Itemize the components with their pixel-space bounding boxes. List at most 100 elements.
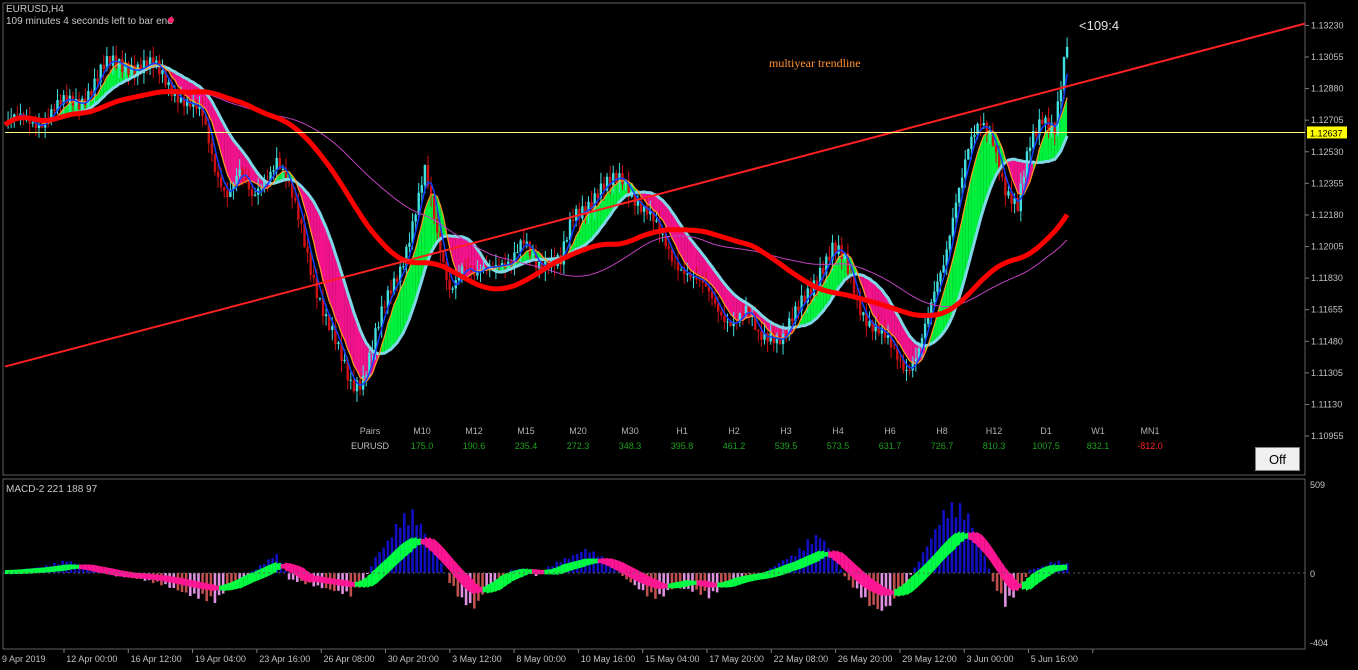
price-tick-label: 1.11830 (1311, 273, 1343, 283)
macd-signal-segment (651, 577, 656, 589)
macd-signal-segment (692, 580, 697, 585)
macd-signal-segment (50, 566, 55, 573)
macd-signal-segment (182, 578, 187, 586)
macd-signal-segment (721, 581, 726, 588)
macd-signal-segment (684, 579, 689, 588)
candle-body (923, 323, 927, 339)
macd-signal-segment (696, 580, 701, 586)
candle-body (226, 190, 229, 197)
macd-signal-segment (1058, 564, 1063, 571)
strength-value-cell: 810.3 (983, 441, 1006, 451)
macd-signal-segment (836, 550, 841, 566)
macd-scale-zero: 0 (1310, 569, 1315, 579)
candle-body (791, 318, 794, 322)
macd-signal-segment (614, 559, 619, 572)
macd-signal-segment (820, 550, 825, 560)
candle-body (905, 369, 908, 371)
macd-signal-segment (404, 539, 409, 558)
macd-signal-segment (486, 583, 491, 594)
candle-body (840, 245, 843, 259)
candle-body (1035, 131, 1038, 136)
candle-body (463, 266, 467, 269)
candle-body (439, 232, 442, 252)
candle-body (973, 134, 976, 137)
strength-header-cell: H4 (832, 426, 844, 436)
macd-signal-segment (647, 575, 652, 588)
macd-signal-segment (371, 568, 376, 588)
strength-value-cell: 832.1 (1087, 441, 1110, 451)
candle-body (59, 99, 62, 105)
macd-signal-segment (663, 583, 668, 589)
candle-body (272, 170, 275, 172)
bar-countdown-label: 109 minutes 4 seconds left to bar end (6, 16, 173, 27)
macd-signal-segment (149, 573, 154, 580)
current-price-text: 1.12637 (1310, 128, 1343, 138)
time-tick-label: 15 May 04:00 (645, 654, 700, 664)
macd-hist-bar (287, 573, 291, 580)
candle-body (287, 181, 291, 183)
macd-signal-segment (964, 533, 969, 540)
macd-signal-segment (717, 582, 722, 588)
macd-signal-segment (540, 569, 545, 575)
macd-signal-segment (231, 580, 236, 591)
candle-body (982, 123, 985, 126)
macd-signal-segment (873, 580, 878, 595)
macd-signal-segment (737, 576, 742, 586)
trading-chart[interactable]: EURUSD,H4 109 minutes 4 seconds left to … (0, 0, 1358, 670)
candle-body (655, 220, 658, 222)
macd-signal-segment (795, 559, 800, 571)
macd-signal-segment (606, 557, 611, 567)
candle-body (389, 290, 393, 294)
candle-body (741, 313, 745, 315)
time-tick-label: 8 May 00:00 (516, 654, 566, 664)
macd-signal-segment (955, 531, 961, 547)
macd-signal-segment (5, 569, 10, 575)
off-button[interactable]: Off (1255, 447, 1300, 471)
macd-signal-segment (354, 581, 360, 587)
macd-signal-segment (416, 538, 421, 546)
candle-body (53, 109, 56, 111)
candle-body (423, 165, 427, 186)
candle-body (964, 159, 967, 178)
macd-signal-segment (898, 585, 903, 597)
candle-body (679, 269, 683, 271)
macd-signal-segment (568, 561, 574, 572)
candle-body (942, 265, 945, 273)
macd-signal-segment (235, 578, 240, 590)
macd-hist-bar (913, 567, 917, 573)
macd-signal-segment (95, 565, 100, 573)
macd-signal-segment (676, 581, 681, 589)
macd-hist-bar (419, 523, 423, 573)
macd-signal-segment (807, 553, 812, 566)
strength-value-cell: 573.5 (827, 441, 850, 451)
time-tick-label: 17 May 20:00 (709, 654, 764, 664)
strength-value-cell: -812.0 (1137, 441, 1163, 451)
macd-signal-segment (548, 569, 553, 575)
macd-signal-segment (1062, 564, 1068, 571)
macd-signal-segment (243, 574, 248, 587)
macd-signal-segment (206, 583, 211, 591)
candle-body (383, 306, 386, 308)
macd-signal-segment (305, 570, 310, 583)
candle-body (1065, 46, 1069, 58)
candle-body (766, 333, 769, 342)
candle-body (96, 78, 99, 82)
candle-body (482, 266, 485, 270)
macd-signal-segment (523, 568, 528, 576)
macd-signal-segment (74, 564, 80, 569)
macd-hist-bar (983, 555, 987, 573)
macd-hist-bar (967, 513, 970, 573)
macd-signal-segment (256, 569, 261, 582)
candle-body (223, 187, 226, 191)
candle-body (312, 274, 315, 278)
macd-signal-segment (754, 573, 759, 581)
macd-hist-bar (217, 573, 221, 596)
strength-header-cell: M15 (517, 426, 535, 436)
macd-signal-segment (42, 567, 47, 573)
candle-body (837, 245, 840, 255)
candle-body (111, 55, 115, 66)
price-tick-label: 1.11480 (1311, 336, 1343, 346)
candle-body (402, 266, 405, 268)
macd-signal-segment (264, 565, 269, 578)
candle-body (525, 241, 528, 244)
